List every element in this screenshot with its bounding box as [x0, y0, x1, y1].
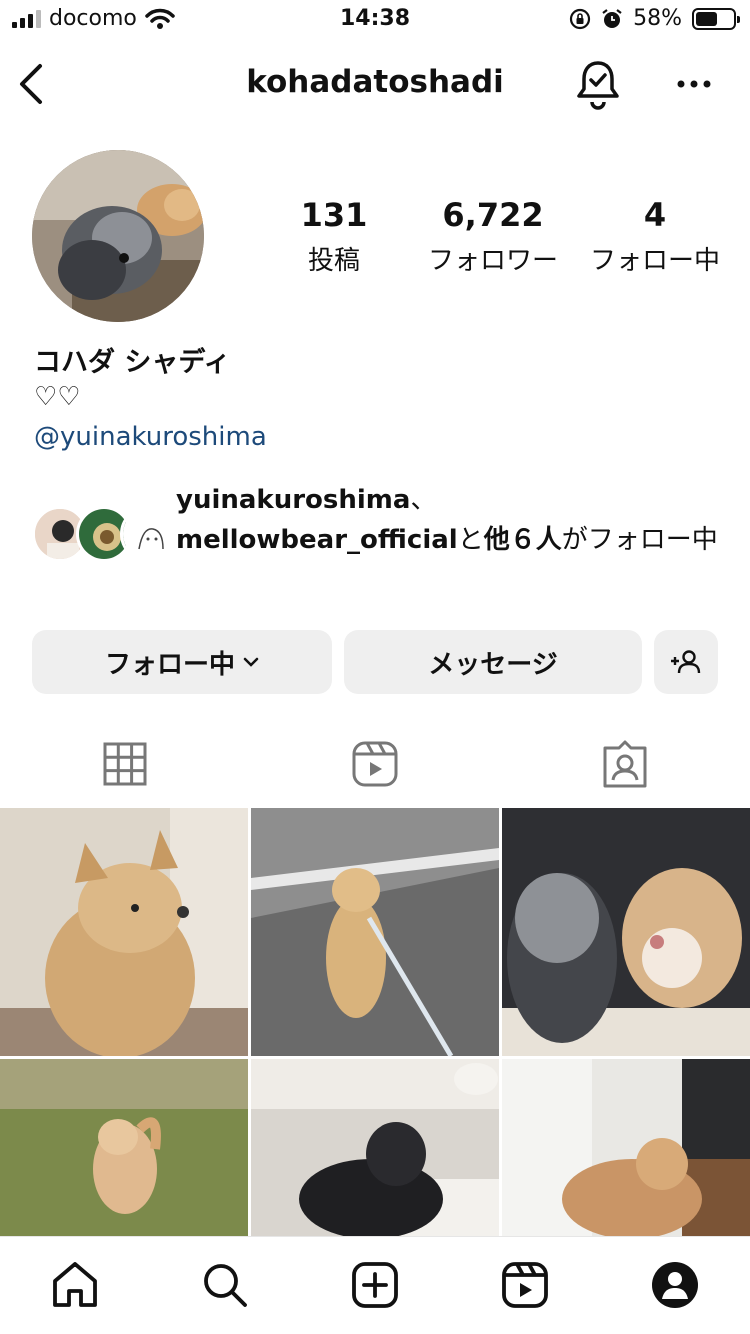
grid-post-1[interactable]	[0, 808, 248, 1056]
profile-icon[interactable]	[649, 1259, 701, 1311]
grid-post-4[interactable]	[0, 1059, 248, 1236]
alarm-icon	[602, 8, 622, 28]
stat-followers[interactable]: 6,722 フォロワー	[418, 196, 568, 277]
battery-fill	[696, 11, 717, 26]
stat-posts-value: 131	[300, 196, 368, 234]
rotation-lock-icon	[569, 8, 591, 29]
grid-post-5[interactable]	[251, 1059, 499, 1236]
tagged-icon[interactable]	[599, 738, 651, 790]
mutual-followers-text: yuinakuroshima、 mellowbear_officialと他６人がフ…	[176, 480, 732, 560]
grid-icon[interactable]	[99, 738, 151, 790]
following-button[interactable]: フォロー中	[32, 630, 332, 694]
add-person-icon	[671, 650, 701, 674]
page-title: kohadatoshadi	[246, 64, 504, 100]
create-icon[interactable]	[349, 1259, 401, 1311]
mutual-others: 他６人	[483, 525, 562, 555]
mutual-user-1[interactable]: yuinakuroshima	[176, 485, 410, 515]
search-icon[interactable]	[199, 1259, 251, 1311]
reels-nav-icon[interactable]	[499, 1259, 551, 1311]
grid-post-6[interactable]	[502, 1059, 750, 1236]
stat-following[interactable]: 4 フォロー中	[584, 196, 726, 277]
stat-followers-label: フォロワー	[427, 246, 558, 276]
stat-followers-value: 6,722	[442, 196, 544, 234]
suggest-users-button[interactable]	[654, 630, 718, 694]
battery-percent: 58%	[633, 6, 682, 31]
profile-tabs	[0, 722, 750, 806]
photo-grid	[0, 808, 750, 1236]
message-button[interactable]: メッセージ	[344, 630, 642, 694]
profile-bio: ♡♡	[34, 382, 81, 412]
chevron-down-icon	[243, 657, 259, 667]
reels-icon[interactable]	[349, 738, 401, 790]
message-button-label: メッセージ	[428, 649, 558, 680]
mutual-user-2[interactable]: mellowbear_official	[176, 525, 458, 555]
bottom-nav	[0, 1236, 750, 1334]
grid-post-2[interactable]	[251, 808, 499, 1056]
status-right: 58%	[569, 6, 740, 31]
bell-check-icon[interactable]	[574, 58, 622, 110]
avatar-photo	[32, 150, 204, 322]
profile-linked-handle[interactable]: @yuinakuroshima	[34, 422, 267, 452]
profile-name: コハダ シャディ	[34, 347, 231, 378]
battery-icon	[692, 7, 740, 30]
mutual-text-end: がフォロー中	[561, 525, 718, 555]
mutual-sep: 、	[410, 485, 437, 515]
mutual-followers[interactable]: yuinakuroshima、 mellowbear_officialと他６人がフ…	[32, 478, 732, 588]
stat-posts-label: 投稿	[307, 246, 360, 276]
profile-header: kohadatoshadi	[0, 50, 750, 118]
following-button-label: フォロー中	[104, 649, 235, 680]
more-horizontal-icon[interactable]	[672, 64, 716, 104]
profile-avatar[interactable]	[32, 150, 204, 322]
stat-following-value: 4	[643, 196, 667, 234]
status-bar: docomo 14:38 58%	[0, 0, 750, 42]
stat-posts[interactable]: 131 投稿	[270, 196, 398, 277]
mutual-avatar-3	[120, 506, 176, 562]
mutual-text-mid: と	[457, 525, 484, 555]
grid-post-3[interactable]	[502, 808, 750, 1056]
stat-following-label: フォロー中	[589, 246, 720, 276]
home-icon[interactable]	[49, 1259, 101, 1311]
